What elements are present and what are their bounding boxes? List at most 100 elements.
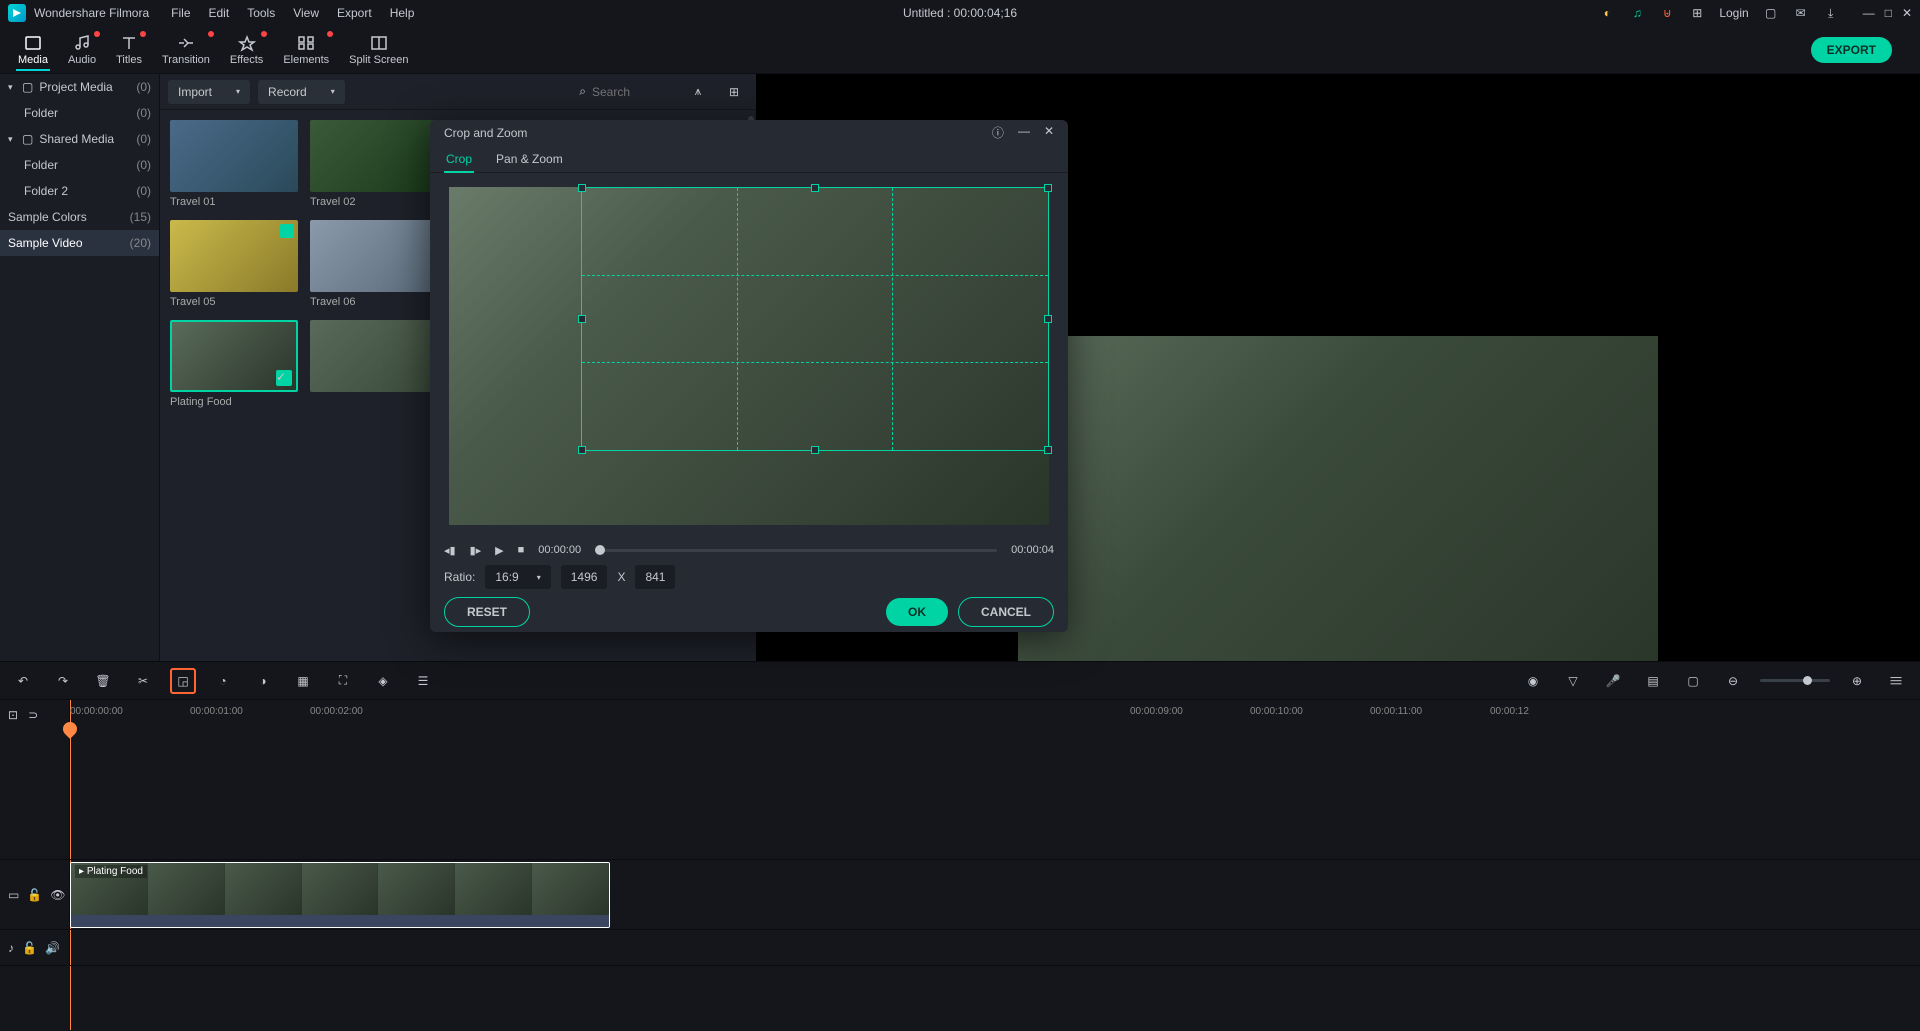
crop-handle[interactable]	[578, 446, 586, 454]
lock-icon[interactable]: 🔓	[27, 888, 42, 902]
login-link[interactable]: Login	[1719, 6, 1748, 20]
track-row-empty[interactable]	[0, 740, 1920, 860]
prev-frame-icon[interactable]: ◂▮	[444, 544, 456, 557]
sidebar-item-folder[interactable]: Folder(0)	[0, 152, 159, 178]
tab-audio[interactable]: Audio	[58, 30, 106, 70]
ratio-select[interactable]: 16:9▾	[485, 565, 550, 589]
menu-help[interactable]: Help	[388, 2, 417, 24]
media-thumb[interactable]: Travel 02	[310, 120, 438, 208]
sidebar-item-project-media[interactable]: ▾▢Project Media(0)	[0, 74, 159, 100]
sidebar-item-shared-media[interactable]: ▾▢Shared Media(0)	[0, 126, 159, 152]
minimize-icon[interactable]: —	[1018, 124, 1030, 141]
tab-crop[interactable]: Crop	[444, 146, 474, 172]
crop-handle[interactable]	[1044, 184, 1052, 192]
cancel-button[interactable]: CANCEL	[958, 597, 1054, 627]
save-icon[interactable]: ▢	[1763, 5, 1779, 21]
media-thumb[interactable]	[310, 320, 438, 408]
ok-button[interactable]: OK	[886, 598, 948, 626]
close-icon[interactable]: ✕	[1902, 6, 1912, 20]
close-icon[interactable]: ✕	[1044, 124, 1054, 141]
play-slider[interactable]	[595, 549, 997, 552]
help-icon[interactable]: ⓘ	[992, 124, 1004, 141]
tab-titles[interactable]: Titles	[106, 30, 152, 70]
idea-icon[interactable]: ◐	[1599, 5, 1615, 21]
search-box[interactable]: ⌕	[575, 80, 676, 103]
zoom-out-icon[interactable]: ⊖	[1720, 668, 1746, 694]
grid-view-icon[interactable]: ⊞	[720, 78, 748, 106]
headphones-icon[interactable]: ♫	[1629, 5, 1645, 21]
tab-pan-zoom[interactable]: Pan & Zoom	[494, 146, 565, 172]
download-icon[interactable]: ⤓	[1823, 5, 1839, 21]
next-frame-icon[interactable]: ▮▸	[470, 544, 482, 557]
tab-media[interactable]: Media	[8, 30, 58, 70]
timeline-ruler[interactable]: 00:00:00:00 00:00:01:00 00:00:02:00 00:0…	[70, 700, 1920, 740]
render-icon[interactable]: ▢	[1680, 668, 1706, 694]
settings-icon[interactable]: ☰	[410, 668, 436, 694]
width-input[interactable]: 1496	[561, 565, 608, 589]
mute-icon[interactable]: 🔊	[45, 941, 60, 955]
tab-elements[interactable]: Elements	[273, 30, 339, 70]
media-thumb[interactable]: ✓Plating Food	[170, 320, 298, 408]
stop-icon[interactable]: ■	[518, 544, 525, 556]
record-dropdown[interactable]: Record▾	[258, 80, 345, 104]
mixer-icon[interactable]: ◉	[1520, 668, 1546, 694]
fit-icon[interactable]: |||	[1884, 668, 1910, 694]
undo-icon[interactable]: ↶	[10, 668, 36, 694]
minimize-icon[interactable]: —	[1863, 6, 1875, 20]
gift-icon[interactable]: ⊞	[1689, 5, 1705, 21]
maximize-icon[interactable]: □	[1885, 6, 1892, 20]
menu-view[interactable]: View	[291, 2, 321, 24]
filter-icon[interactable]: ⩚	[684, 78, 712, 106]
redo-icon[interactable]: ↷	[50, 668, 76, 694]
delete-icon[interactable]: 🗑	[90, 668, 116, 694]
color-icon[interactable]: ◑	[250, 668, 276, 694]
track-row-video[interactable]: ▭🔓👁 ▸ Plating Food	[0, 860, 1920, 930]
speed-icon[interactable]: ◔	[210, 668, 236, 694]
list-icon[interactable]: ▤	[1640, 668, 1666, 694]
crop-handle[interactable]	[578, 315, 586, 323]
timeline-clip[interactable]: ▸ Plating Food	[70, 862, 610, 928]
crop-icon[interactable]: ◲	[170, 668, 196, 694]
reset-button[interactable]: RESET	[444, 597, 530, 627]
sidebar-item-folder2[interactable]: Folder 2(0)	[0, 178, 159, 204]
sidebar-item-sample-video[interactable]: Sample Video(20)	[0, 230, 159, 256]
expand-icon[interactable]: ⛶	[330, 668, 356, 694]
menu-export[interactable]: Export	[335, 2, 374, 24]
keyframe-icon[interactable]: ◈	[370, 668, 396, 694]
link-icon[interactable]: ⊡	[8, 708, 18, 722]
play-icon[interactable]: ▶	[495, 544, 503, 557]
mic-icon[interactable]: 🎤	[1600, 668, 1626, 694]
crop-handle[interactable]	[1044, 446, 1052, 454]
track-row-audio[interactable]: ♪🔓🔊	[0, 930, 1920, 966]
sidebar-item-folder[interactable]: Folder(0)	[0, 100, 159, 126]
media-thumb[interactable]: Travel 05	[170, 220, 298, 308]
menu-tools[interactable]: Tools	[245, 2, 277, 24]
tab-splitscreen[interactable]: Split Screen	[339, 30, 418, 70]
tab-effects[interactable]: Effects	[220, 30, 273, 70]
crop-handle[interactable]	[811, 446, 819, 454]
search-input[interactable]	[592, 85, 672, 99]
menu-edit[interactable]: Edit	[207, 2, 232, 24]
sidebar-item-sample-colors[interactable]: Sample Colors(15)	[0, 204, 159, 230]
crop-handle[interactable]	[811, 184, 819, 192]
crop-handle[interactable]	[1044, 315, 1052, 323]
menu-file[interactable]: File	[169, 2, 192, 24]
magnet-icon[interactable]: ⊃	[28, 708, 38, 722]
import-dropdown[interactable]: Import▾	[168, 80, 250, 104]
cut-icon[interactable]: ✂	[130, 668, 156, 694]
crop-handle[interactable]	[578, 184, 586, 192]
eye-icon[interactable]: 👁	[50, 888, 65, 902]
tab-transition[interactable]: Transition	[152, 30, 220, 70]
height-input[interactable]: 841	[635, 565, 675, 589]
media-thumb[interactable]: Travel 01	[170, 120, 298, 208]
export-button[interactable]: EXPORT	[1811, 37, 1892, 63]
crop-preview[interactable]	[449, 187, 1049, 525]
green-icon[interactable]: ▦	[290, 668, 316, 694]
zoom-in-icon[interactable]: ⊕	[1844, 668, 1870, 694]
mail-icon[interactable]: ✉	[1793, 5, 1809, 21]
media-thumb[interactable]: Travel 06	[310, 220, 438, 308]
cart-icon[interactable]: ⊎	[1659, 5, 1675, 21]
crop-rectangle[interactable]	[581, 187, 1049, 451]
marker-icon[interactable]: ▽	[1560, 668, 1586, 694]
lock-icon[interactable]: 🔓	[22, 941, 37, 955]
